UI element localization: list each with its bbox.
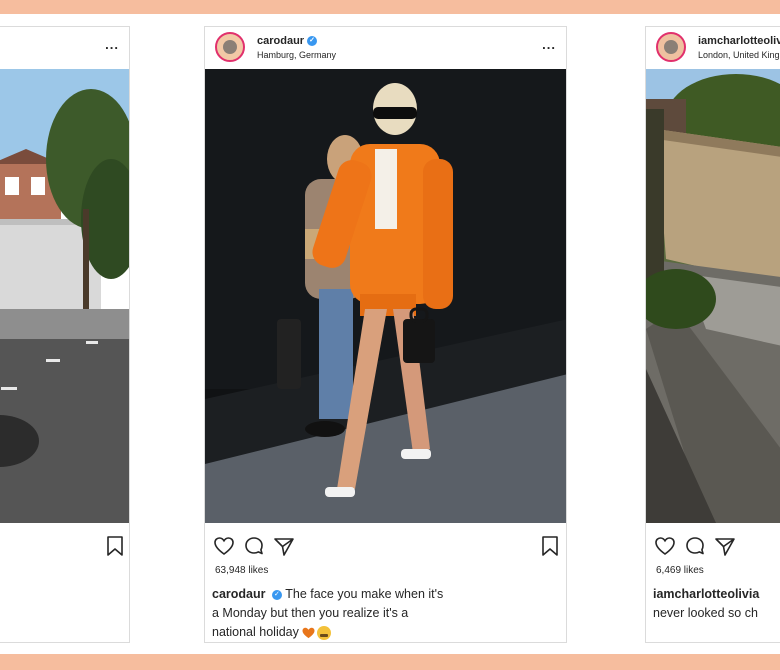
fashion-photo-image [205,69,566,523]
orange-heart-emoji-icon [302,627,315,638]
heart-icon[interactable] [213,535,235,557]
post-location[interactable]: London, United Kingdom [698,50,780,60]
post-card-center: carodaur ✓ Hamburg, Germany ... 63,948 l… [204,26,567,643]
post-photo[interactable] [205,69,566,523]
heart-icon[interactable] [654,535,676,557]
post-actions [205,523,566,563]
comment-icon[interactable] [684,535,706,557]
post-photo[interactable] [0,69,129,523]
post-caption: carodaur ✓ The face you make when it's a… [212,585,452,642]
caption-username[interactable]: carodaur [212,587,266,601]
like-count[interactable]: 63,948 likes [215,565,268,576]
share-icon[interactable] [273,535,295,557]
post-username[interactable]: iamcharlotteolivia [698,35,780,47]
post-header: carodaur ✓ Hamburg, Germany ... [205,27,566,69]
post-header: ... [0,27,129,69]
post-actions [646,523,780,563]
garden-wall-photo-image [646,69,780,523]
post-card-right: iamcharlotteolivia London, United Kingdo… [645,26,780,643]
more-options-icon[interactable]: ... [542,37,556,52]
like-count[interactable]: 6,469 likes [656,565,704,576]
verified-badge-icon: ✓ [307,36,318,47]
post-username[interactable]: carodaur ✓ [257,35,318,47]
bookmark-icon[interactable] [539,535,561,557]
post-location[interactable]: Hamburg, Germany [257,50,336,60]
top-frame-band [0,0,780,14]
grimace-face-emoji-icon [317,625,332,640]
avatar[interactable] [215,32,245,62]
post-card-left: ... [0,26,130,643]
bookmark-icon[interactable] [104,535,126,557]
street-photo-image [0,69,129,523]
verified-badge-icon: ✓ [271,589,282,600]
post-caption: iamcharlotteolivia never looked so ch [653,585,780,623]
post-photo[interactable] [646,69,780,523]
comment-icon[interactable] [243,535,265,557]
post-actions [0,523,129,563]
share-icon[interactable] [714,535,736,557]
bottom-frame-band [0,654,780,670]
caption-text: never looked so ch [653,606,758,620]
caption-username[interactable]: iamcharlotteolivia [653,587,759,601]
avatar[interactable] [656,32,686,62]
more-options-icon[interactable]: ... [105,37,119,52]
post-header: iamcharlotteolivia London, United Kingdo… [646,27,780,69]
